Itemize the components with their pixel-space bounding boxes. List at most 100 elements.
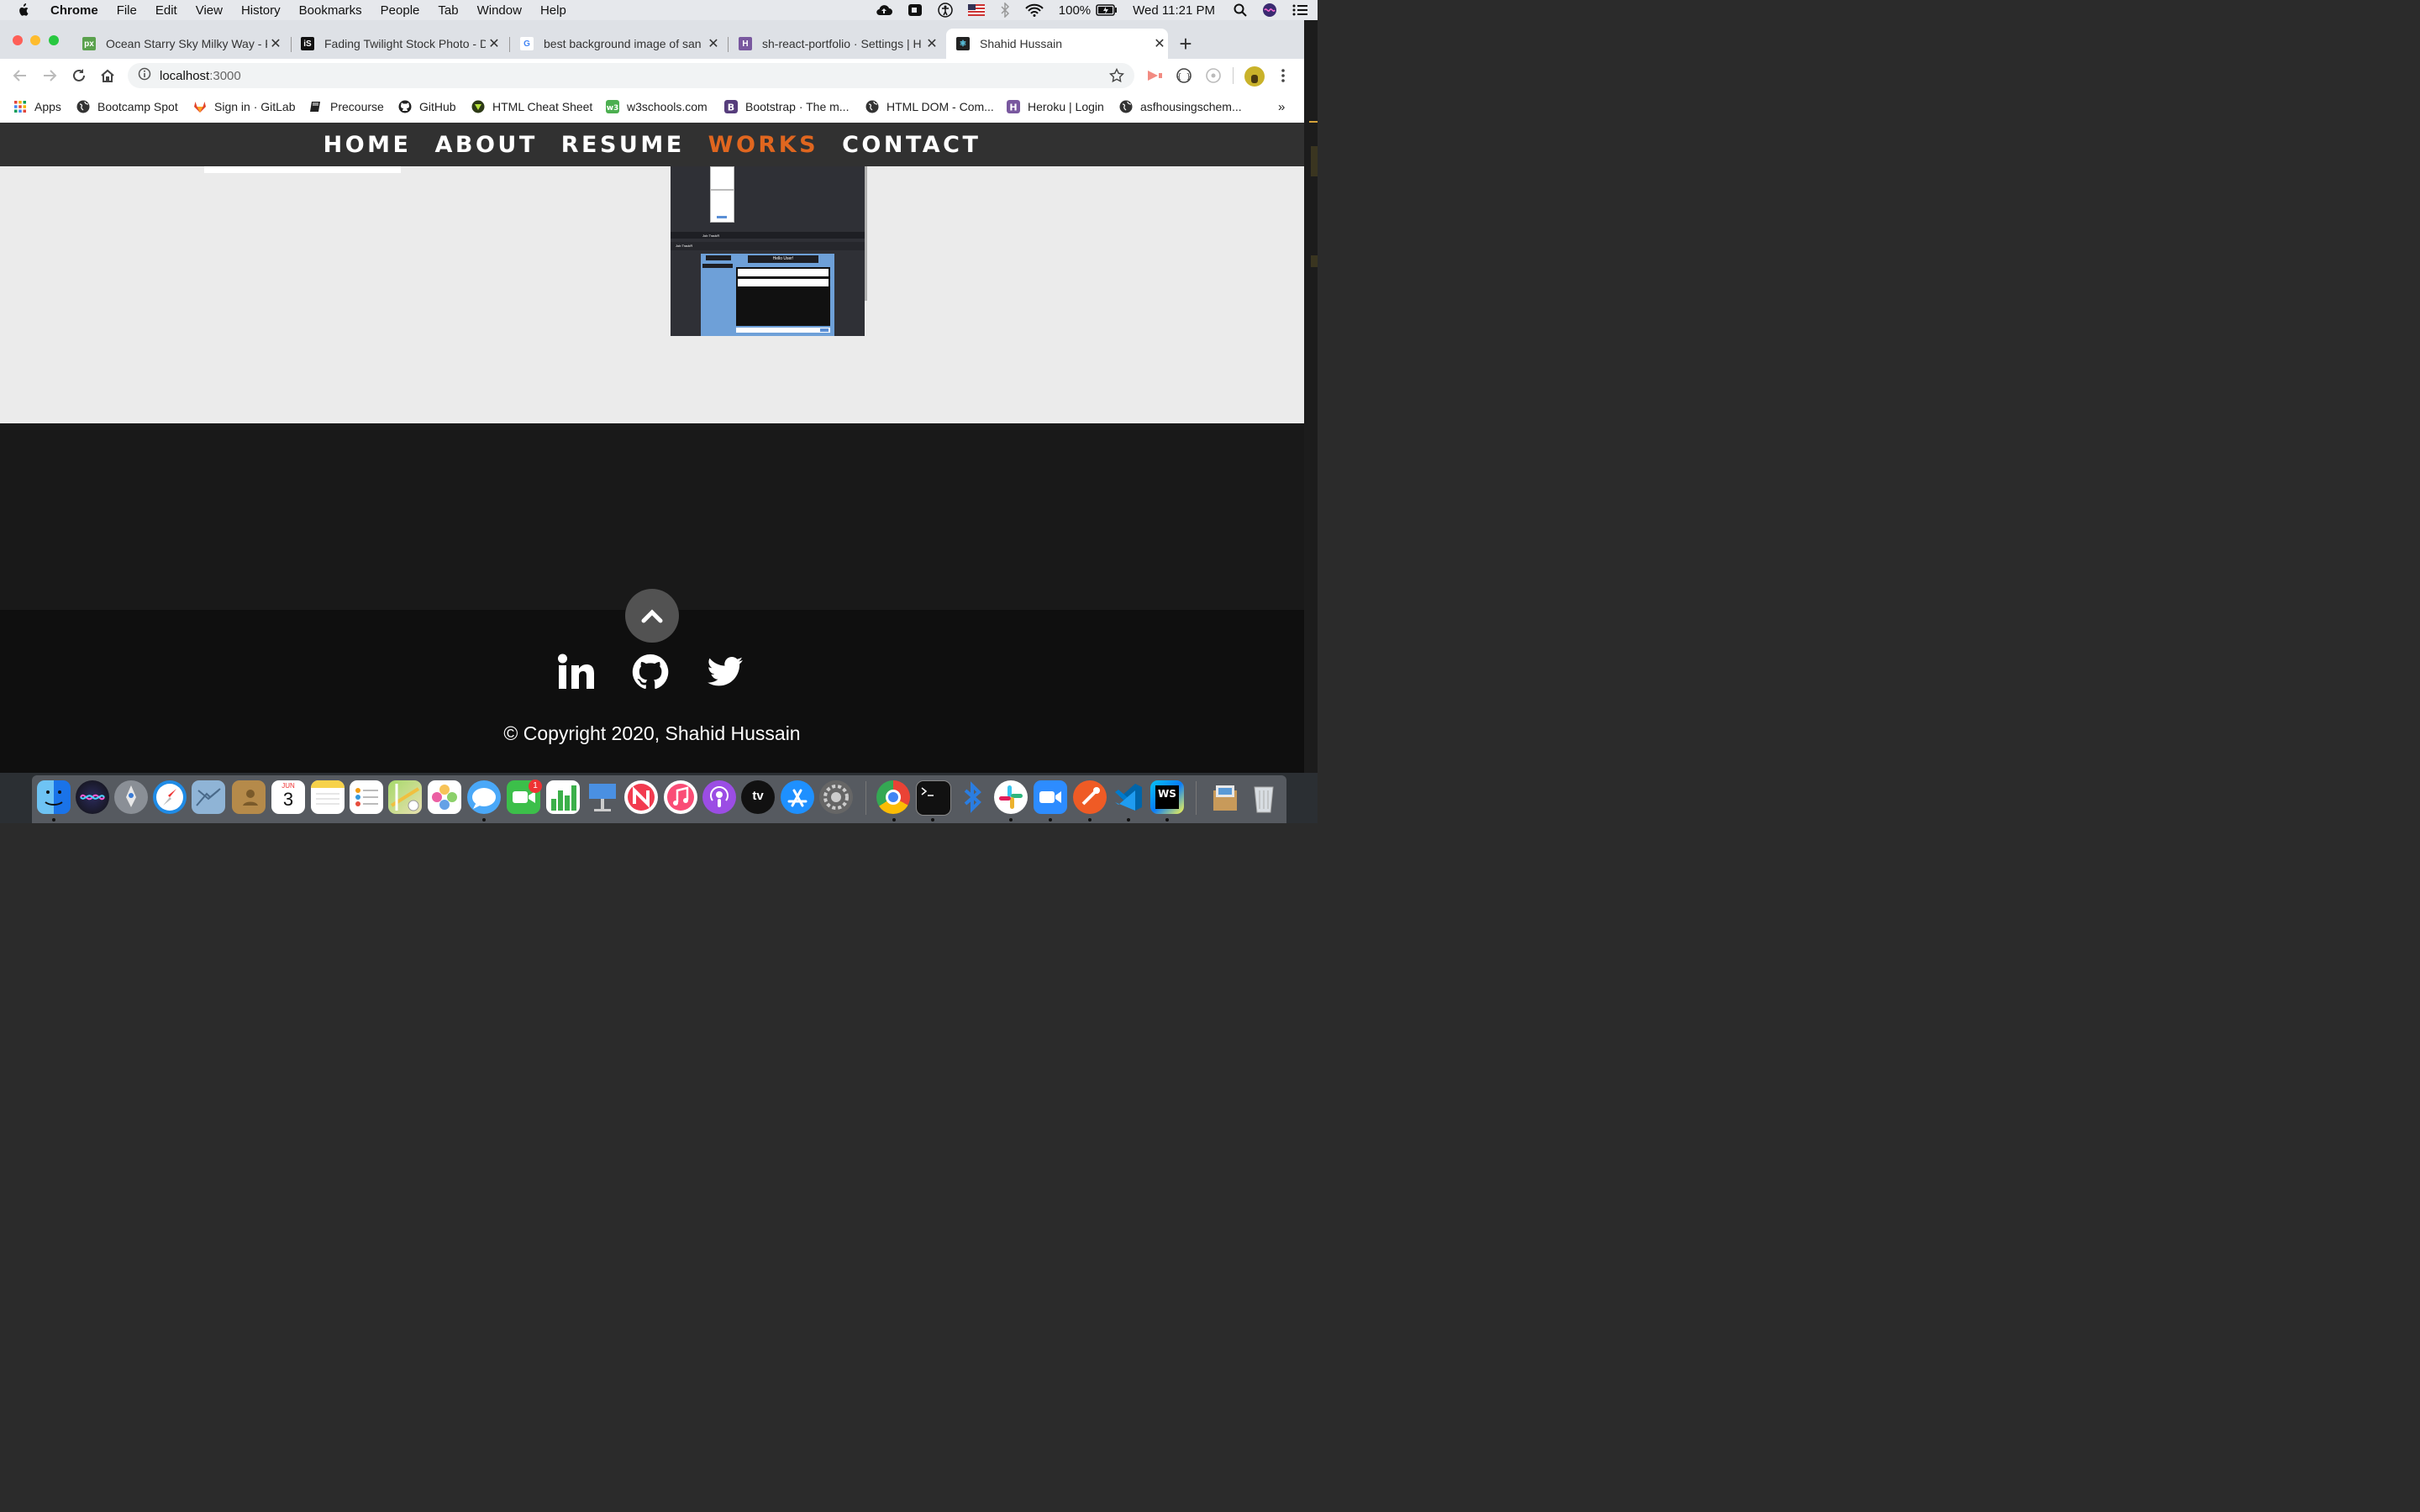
bookmarks-overflow-button[interactable]: » [1278,100,1285,114]
apple-tv-icon[interactable]: tv [741,780,775,814]
music-icon[interactable] [664,780,697,814]
window-zoom-button[interactable] [49,35,59,45]
us-flag-icon[interactable] [967,4,985,16]
browser-tab[interactable]: iS Fading Twilight Stock Photo - D ✕ [301,29,502,59]
bookmark-html-cheat-sheet[interactable]: HTML Cheat Sheet [471,100,592,113]
reminders-icon[interactable] [350,780,383,814]
extension-record-icon[interactable] [1146,68,1163,87]
chrome-icon[interactable] [876,780,910,814]
wifi-icon[interactable] [1025,3,1044,17]
forward-button[interactable] [41,67,58,88]
home-button[interactable] [99,67,116,88]
bookmark-heroku[interactable]: H Heroku | Login [1007,100,1104,113]
twitter-icon[interactable] [706,654,744,690]
photos-icon[interactable] [428,780,461,814]
menu-app-name[interactable]: Chrome [50,3,98,18]
profile-avatar[interactable] [1244,66,1265,87]
tab-close-icon[interactable]: ✕ [267,35,284,52]
menu-window[interactable]: Window [477,3,522,18]
bluetooth-icon[interactable] [1000,3,1010,18]
menu-people[interactable]: People [381,3,420,18]
bookmark-gitlab[interactable]: Sign in · GitLab [193,100,296,113]
system-preferences-icon[interactable] [819,780,853,814]
messages-icon[interactable] [467,780,501,814]
numbers-icon[interactable] [546,780,580,814]
menu-tab[interactable]: Tab [438,3,458,18]
bookmark-github[interactable]: GitHub [398,100,456,113]
apple-menu-icon[interactable] [17,3,30,18]
nav-home[interactable]: HOME [324,132,412,158]
menu-file[interactable]: File [117,3,137,18]
new-tab-button[interactable]: + [1176,33,1195,55]
menu-bookmarks[interactable]: Bookmarks [299,3,362,18]
tab-close-icon[interactable]: ✕ [1151,35,1168,52]
bookmark-precourse[interactable]: Precourse [309,100,384,113]
tab-close-icon[interactable]: ✕ [705,35,722,52]
bookmark-asfhousing[interactable]: asfhousingschem... [1119,100,1242,113]
tab-close-icon[interactable]: ✕ [486,35,502,52]
trash-icon[interactable] [1247,780,1281,814]
podcasts-icon[interactable] [702,780,736,814]
notification-center-icon[interactable] [1292,4,1307,16]
bookmark-bootcamp-spot[interactable]: Bootcamp Spot [76,100,178,113]
notes-icon[interactable] [311,780,345,814]
slack-icon[interactable] [994,780,1028,814]
mail-icon[interactable] [192,780,225,814]
browser-tab[interactable]: px Ocean Starry Sky Milky Way - F ✕ [82,29,284,59]
webstorm-icon[interactable]: WS [1150,780,1184,814]
keynote-icon[interactable] [586,780,619,814]
nav-resume[interactable]: RESUME [561,132,685,158]
nav-contact[interactable]: CONTACT [842,132,981,158]
calendar-icon[interactable]: JUN 3 [271,780,305,814]
battery-icon[interactable] [1096,4,1118,16]
back-to-top-button[interactable] [625,589,679,643]
contacts-icon[interactable] [232,780,266,814]
screen-record-icon[interactable] [908,3,923,17]
launchpad-icon[interactable] [114,780,148,814]
browser-tab-active[interactable]: ⚛ Shahid Hussain ✕ [946,29,1168,59]
linkedin-icon[interactable] [557,654,596,690]
browser-tab[interactable]: G best background image of san ✕ [520,29,722,59]
finder-icon[interactable] [37,780,71,814]
bookmark-bootstrap[interactable]: B Bootstrap · The m... [724,100,849,113]
siri-icon[interactable] [1262,3,1277,18]
menu-edit[interactable]: Edit [155,3,177,18]
app-store-icon[interactable] [781,780,814,814]
bookmark-star-icon[interactable] [1108,67,1125,87]
nav-about[interactable]: ABOUT [434,132,537,158]
browser-tab[interactable]: H sh-react-portfolio · Settings | H ✕ [739,29,940,59]
accessibility-icon[interactable] [938,3,953,18]
maps-icon[interactable] [388,780,422,814]
menu-history[interactable]: History [241,3,281,18]
siri-icon[interactable] [76,780,109,814]
nav-works[interactable]: WORKS [708,132,818,158]
vscode-icon[interactable] [1112,780,1145,814]
window-minimize-button[interactable] [30,35,40,45]
tab-close-icon[interactable]: ✕ [923,35,940,52]
bookmark-apps[interactable]: Apps [13,100,61,113]
reload-button[interactable] [71,67,87,88]
bookmark-html-dom[interactable]: HTML DOM - Com... [865,100,994,113]
menu-view[interactable]: View [196,3,223,18]
bookmark-w3schools[interactable]: w3 w3schools.com [606,100,708,113]
terminal-icon[interactable] [916,780,951,816]
cloud-upload-icon[interactable] [876,3,892,17]
news-icon[interactable] [624,780,658,814]
window-close-button[interactable] [13,35,23,45]
bluetooth-file-exchange-icon[interactable] [955,780,989,814]
zoom-icon[interactable] [1034,780,1067,814]
safari-icon[interactable] [153,780,187,814]
clock[interactable]: Wed 11:21 PM [1133,3,1215,18]
extension-braces-icon[interactable]: { } [1176,67,1192,88]
site-info-icon[interactable] [138,67,151,84]
chrome-menu-icon[interactable] [1279,67,1287,88]
downloads-stack-icon[interactable] [1208,780,1242,814]
address-bar[interactable]: localhost:3000 [128,63,1134,88]
menu-help[interactable]: Help [540,3,566,18]
project-thumbnail[interactable]: Job TrackR Job TrackR Hello User! [671,166,865,336]
postman-icon[interactable] [1073,780,1107,814]
spotlight-search-icon[interactable] [1234,3,1247,17]
extension-react-devtools-icon[interactable] [1205,67,1222,88]
github-icon[interactable] [631,654,670,690]
back-button[interactable] [12,67,29,88]
